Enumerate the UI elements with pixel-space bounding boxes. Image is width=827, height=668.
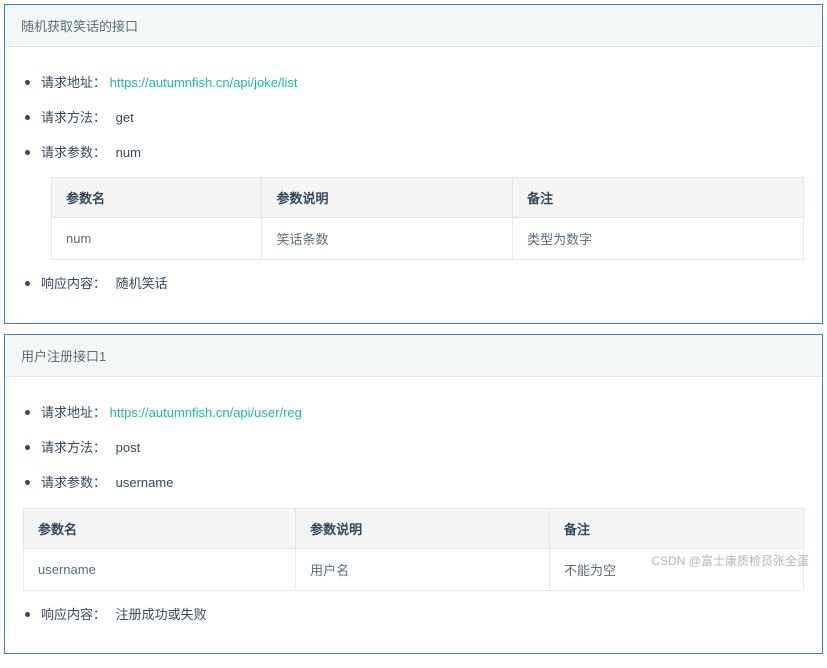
resp-line: 响应内容： 随机笑话 [23, 274, 804, 295]
resp-value: 注册成功或失败 [116, 607, 207, 622]
cell-note: 类型为数字 [513, 218, 804, 260]
req-params-value: num [116, 145, 141, 160]
req-params-label: 请求参数： [41, 475, 106, 490]
col-note: 备注 [513, 178, 804, 218]
req-method-value: get [116, 110, 134, 125]
col-desc: 参数说明 [262, 178, 513, 218]
cell-desc: 用户名 [296, 548, 550, 590]
req-method-line: 请求方法： post [23, 438, 804, 459]
resp-line: 响应内容： 注册成功或失败 [23, 605, 804, 626]
resp-label: 响应内容： [41, 607, 106, 622]
api-panel-reg: 用户注册接口1 请求地址： https://autumnfish.cn/api/… [4, 334, 823, 654]
cell-note: 不能为空 [550, 548, 804, 590]
col-name: 参数名 [52, 178, 262, 218]
req-url-line: 请求地址： https://autumnfish.cn/api/user/reg [23, 403, 804, 424]
col-name: 参数名 [24, 508, 296, 548]
panel-title: 随机获取笑话的接口 [5, 5, 822, 47]
table-row: username 用户名 不能为空 [24, 548, 804, 590]
params-table: 参数名 参数说明 备注 num 笑话条数 类型为数字 [51, 177, 804, 260]
api-url-link[interactable]: https://autumnfish.cn/api/user/reg [110, 405, 302, 420]
req-method-label: 请求方法： [41, 440, 106, 455]
panel-body: 请求地址： https://autumnfish.cn/api/user/reg… [5, 377, 822, 653]
cell-name: num [52, 218, 262, 260]
table-header-row: 参数名 参数说明 备注 [52, 178, 804, 218]
params-table: 参数名 参数说明 备注 username 用户名 不能为空 [23, 508, 804, 591]
cell-name: username [24, 548, 296, 590]
params-table-wrap: 参数名 参数说明 备注 num 笑话条数 类型为数字 [23, 177, 804, 260]
cell-desc: 笑话条数 [262, 218, 513, 260]
req-method-line: 请求方法： get [23, 108, 804, 129]
req-url-line: 请求地址： https://autumnfish.cn/api/joke/lis… [23, 73, 804, 94]
req-params-value: username [116, 475, 174, 490]
req-url-label: 请求地址： [41, 405, 106, 420]
resp-value: 随机笑话 [116, 276, 168, 291]
meta-list: 请求地址： https://autumnfish.cn/api/user/reg… [23, 403, 804, 493]
req-url-label: 请求地址： [41, 75, 106, 90]
req-method-value: post [116, 440, 141, 455]
meta-list-bottom: 响应内容： 注册成功或失败 [23, 605, 804, 626]
req-params-line: 请求参数： username [23, 473, 804, 494]
col-desc: 参数说明 [296, 508, 550, 548]
params-table-wrap: 参数名 参数说明 备注 username 用户名 不能为空 [23, 508, 804, 591]
meta-list: 请求地址： https://autumnfish.cn/api/joke/lis… [23, 73, 804, 163]
panel-title: 用户注册接口1 [5, 335, 822, 377]
api-panel-joke: 随机获取笑话的接口 请求地址： https://autumnfish.cn/ap… [4, 4, 823, 324]
req-method-label: 请求方法： [41, 110, 106, 125]
req-params-label: 请求参数： [41, 145, 106, 160]
req-params-line: 请求参数： num [23, 143, 804, 164]
meta-list-bottom: 响应内容： 随机笑话 [23, 274, 804, 295]
table-row: num 笑话条数 类型为数字 [52, 218, 804, 260]
resp-label: 响应内容： [41, 276, 106, 291]
api-url-link[interactable]: https://autumnfish.cn/api/joke/list [110, 75, 298, 90]
table-header-row: 参数名 参数说明 备注 [24, 508, 804, 548]
col-note: 备注 [550, 508, 804, 548]
panel-body: 请求地址： https://autumnfish.cn/api/joke/lis… [5, 47, 822, 323]
